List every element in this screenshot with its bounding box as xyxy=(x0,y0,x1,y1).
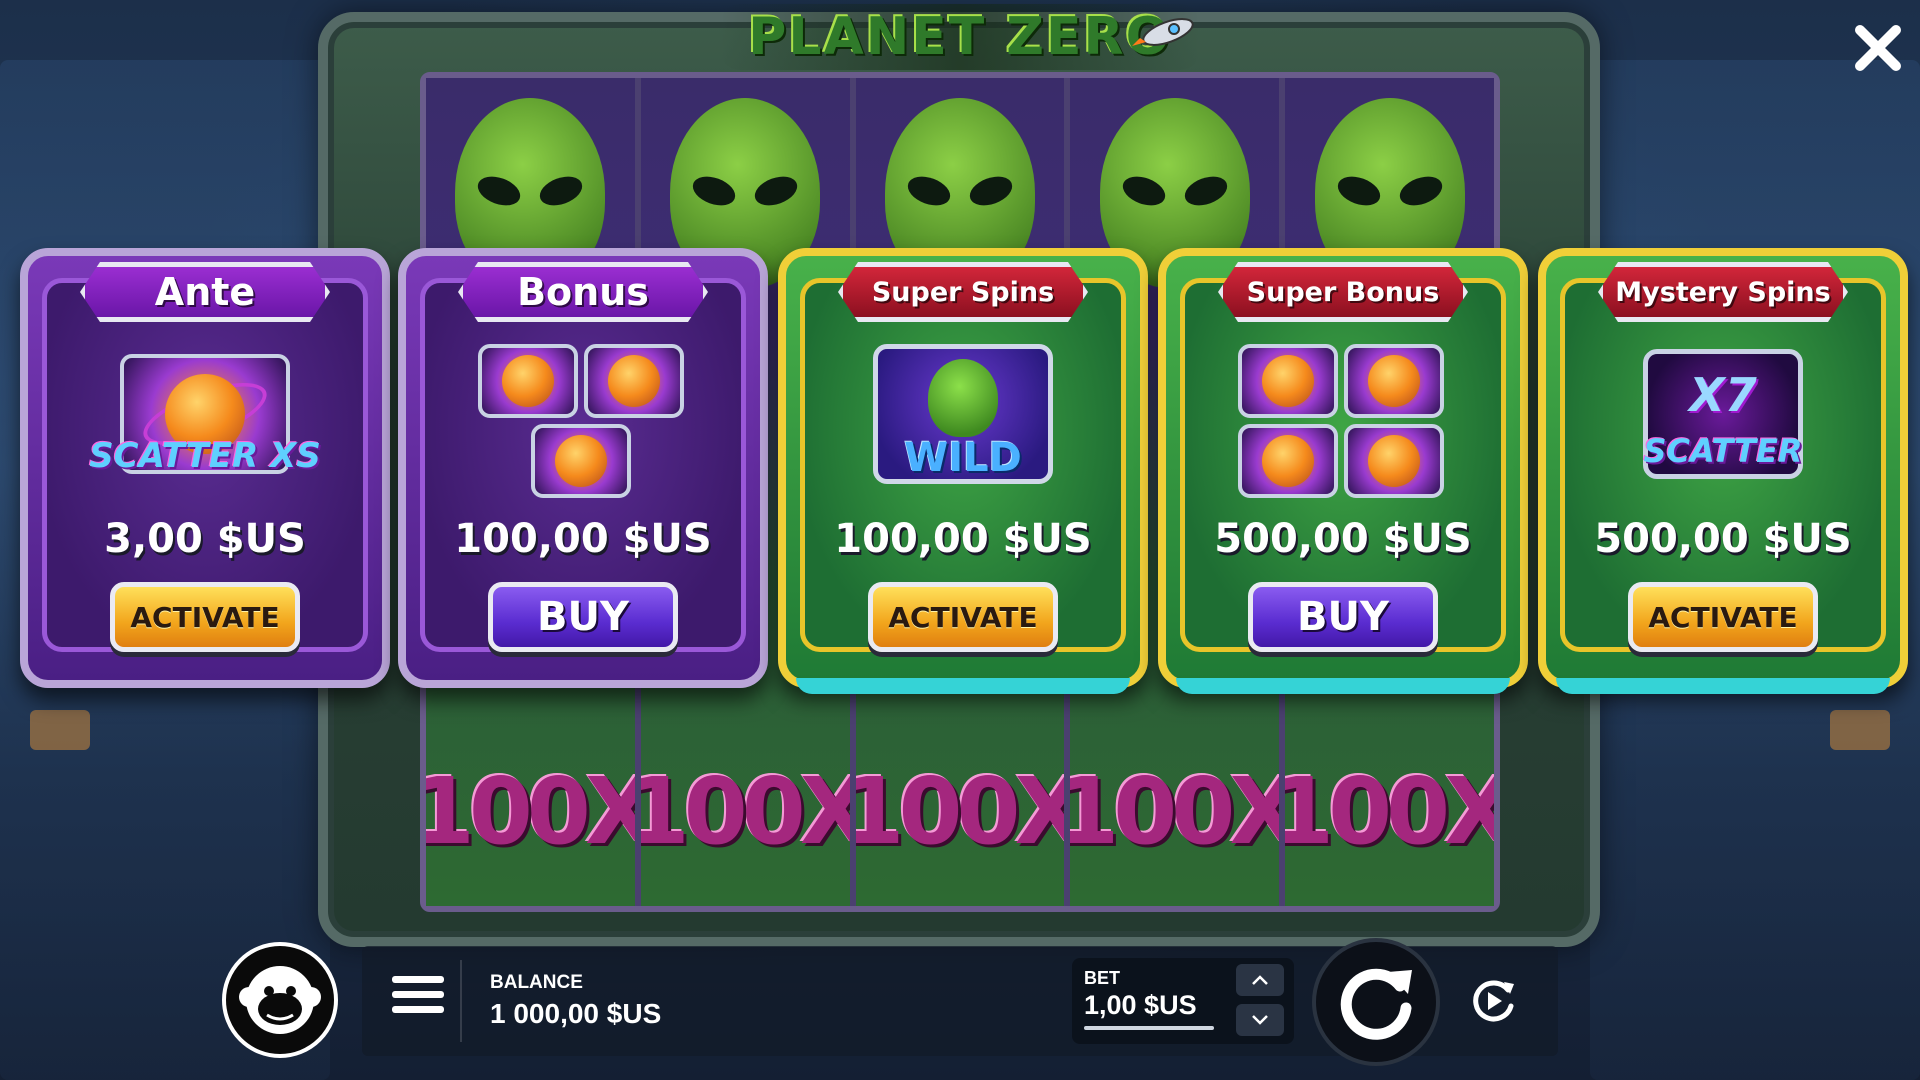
close-icon[interactable] xyxy=(1852,22,1904,74)
activate-button[interactable]: ACTIVATE xyxy=(868,582,1058,652)
hamburger-menu-icon[interactable] xyxy=(392,976,444,1020)
four-scatter-symbols-icon xyxy=(1238,344,1448,504)
card-ante: Ante SCATTER XS 3,00 $US ACTIVATE xyxy=(20,248,390,688)
card-bonus: Bonus 100,00 $US BUY xyxy=(398,248,768,688)
bet-value[interactable]: 1,00 $US xyxy=(1084,990,1197,1021)
card-super-spins: Super Spins WILD 100,00 $US ACTIVATE xyxy=(778,248,1148,694)
chevron-up-icon xyxy=(1252,975,1268,985)
card-super-bonus: Super Bonus 500,00 $US BUY xyxy=(1158,248,1528,694)
card-title: Bonus xyxy=(458,262,708,322)
spin-button[interactable] xyxy=(1312,938,1440,1066)
balance-label: BALANCE xyxy=(490,972,583,993)
card-price: 3,00 $US xyxy=(104,516,306,562)
game-logo: PLANET ZERO xyxy=(720,4,1200,70)
buy-button[interactable]: BUY xyxy=(1248,582,1438,652)
reel-multiplier: 100X xyxy=(426,758,641,865)
chevron-down-icon xyxy=(1252,1015,1268,1025)
wild-symbol-icon: WILD xyxy=(868,344,1058,484)
card-price: 500,00 $US xyxy=(1214,516,1472,562)
card-price: 500,00 $US xyxy=(1594,516,1852,562)
monkey-logo-icon xyxy=(222,942,338,1058)
wild-text: WILD xyxy=(904,435,1022,481)
divider xyxy=(460,960,462,1042)
autoplay-button[interactable] xyxy=(1460,968,1526,1034)
bet-decrease-button[interactable] xyxy=(1236,1004,1284,1036)
card-title: Mystery Spins xyxy=(1598,262,1848,322)
card-title: Super Bonus xyxy=(1218,262,1468,322)
bet-increase-button[interactable] xyxy=(1236,964,1284,996)
card-title: Super Spins xyxy=(838,262,1088,322)
x7-text: X7 xyxy=(1689,368,1757,422)
card-mystery-spins: Mystery Spins X7 SCATTER 500,00 $US ACTI… xyxy=(1538,248,1908,694)
reel-multiplier: 100X xyxy=(1070,758,1286,865)
reel-multiplier: 100X xyxy=(856,758,1071,865)
bet-underline xyxy=(1084,1026,1214,1030)
scatter-xs-text: SCATTER XS xyxy=(89,436,321,476)
reel-multiplier: 100X xyxy=(1285,758,1494,865)
three-scatter-symbols-icon xyxy=(478,344,688,504)
scatter-xs-symbol-icon: SCATTER XS xyxy=(89,344,321,484)
activate-button[interactable]: ACTIVATE xyxy=(1628,582,1818,652)
scatter-text: SCATTER xyxy=(1643,432,1803,470)
reel-multiplier: 100X xyxy=(641,758,856,865)
background-light xyxy=(1830,710,1890,750)
rocket-icon xyxy=(1132,18,1194,46)
card-price: 100,00 $US xyxy=(454,516,712,562)
bet-label: BET xyxy=(1084,968,1120,988)
buy-button[interactable]: BUY xyxy=(488,582,678,652)
background-light xyxy=(30,710,90,750)
spin-refresh-icon xyxy=(1340,968,1412,1040)
activate-button[interactable]: ACTIVATE xyxy=(110,582,300,652)
balance-value: 1 000,00 $US xyxy=(490,998,662,1029)
card-title: Ante xyxy=(80,262,330,322)
card-price: 100,00 $US xyxy=(834,516,1092,562)
autoplay-icon xyxy=(1473,980,1514,1022)
x7-scatter-symbol-icon: X7 SCATTER xyxy=(1628,344,1818,484)
